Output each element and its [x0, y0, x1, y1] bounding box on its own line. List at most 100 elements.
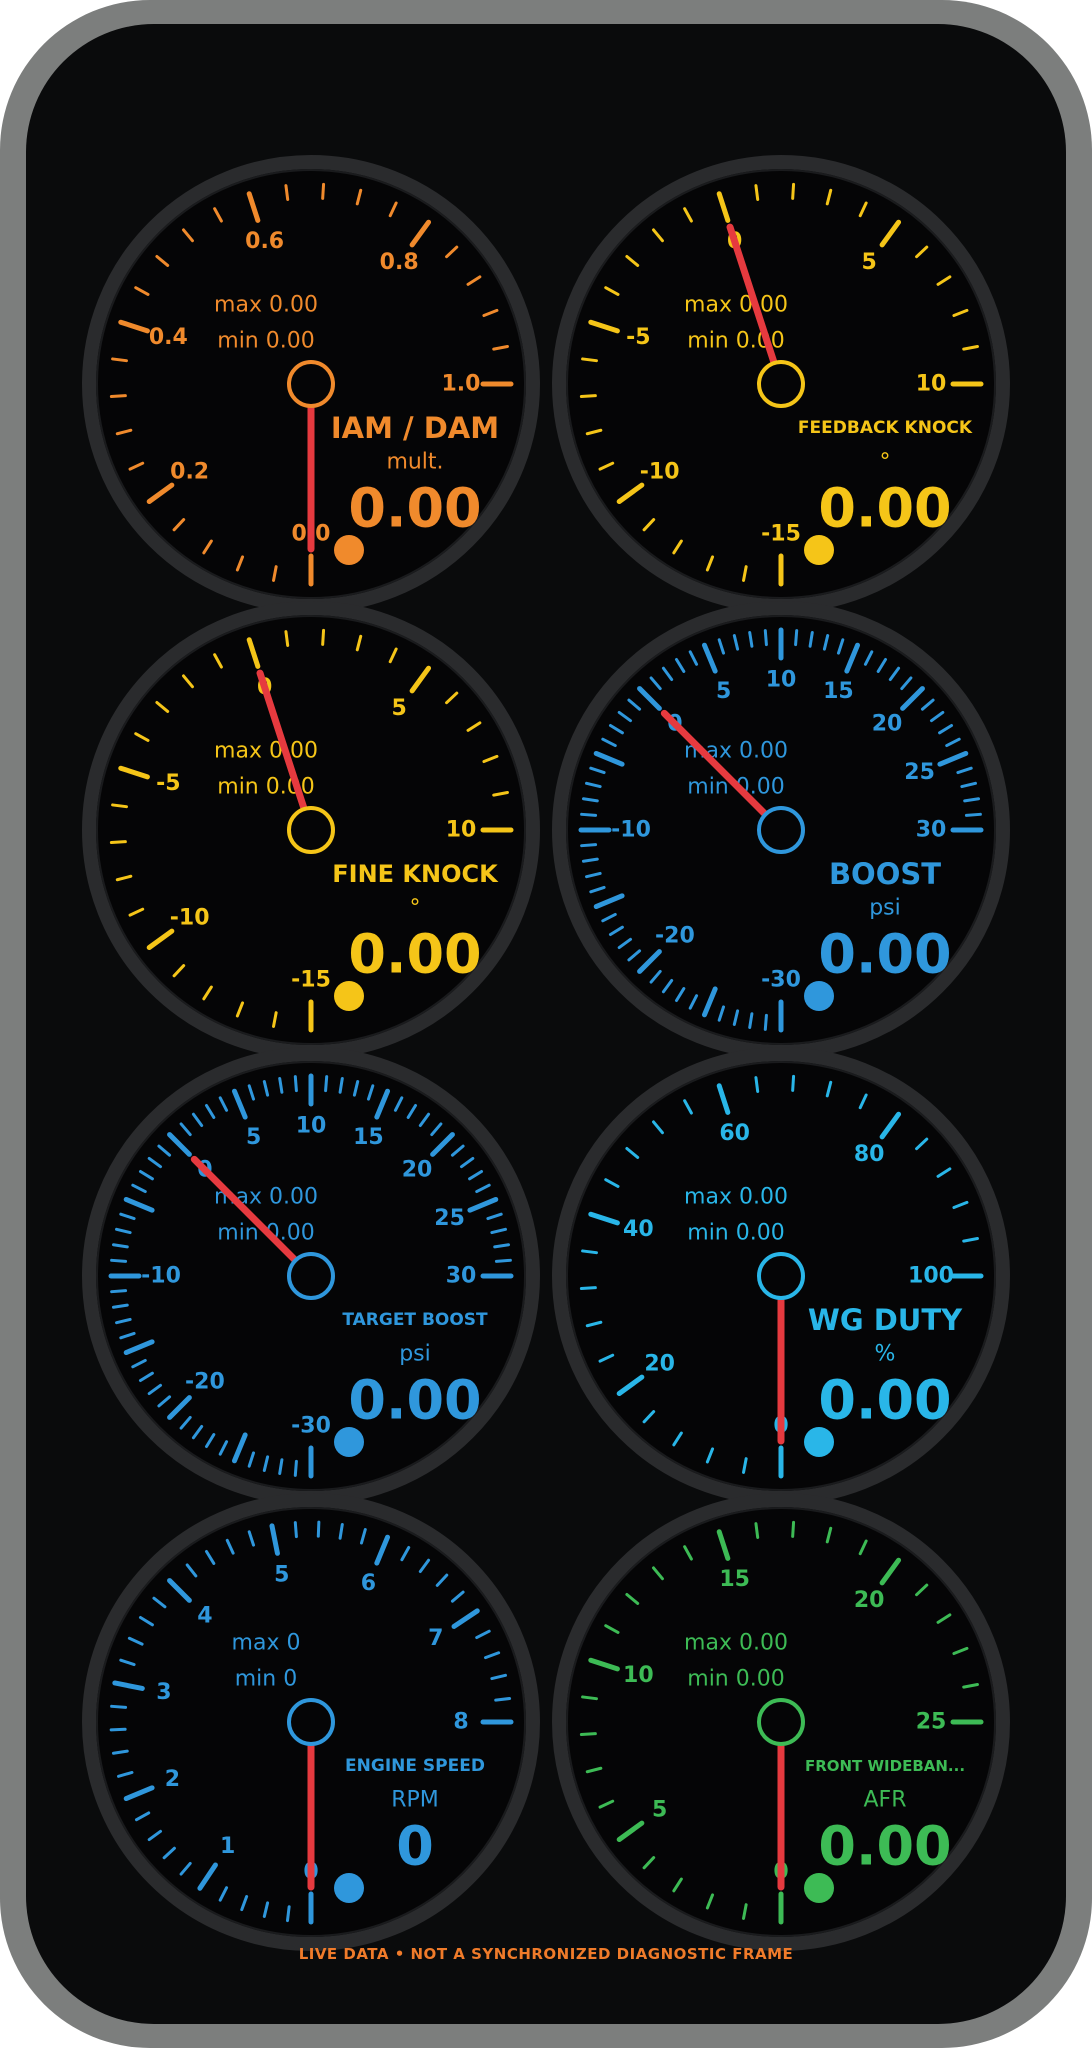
- gauge-fine-knock[interactable]: -15-10-50510max 0.00min 0.00FINE KNOCK°0…: [81, 600, 541, 1060]
- needle-hub: [757, 1698, 805, 1746]
- tick-label: 25: [434, 1206, 465, 1231]
- gauge-unit: mult.: [386, 450, 443, 475]
- status-dot: [334, 1873, 364, 1903]
- gauge-wg-duty[interactable]: 020406080100max 0.00min 0.00WG DUTY%0.00: [551, 1046, 1011, 1506]
- minor-tick: [791, 1520, 796, 1538]
- minor-tick: [791, 182, 796, 200]
- tick-label: 6: [361, 1571, 376, 1596]
- min-readout: min 0: [235, 1667, 297, 1692]
- gauge-dial-engine-speed: 012345678max 0min 0ENGINE SPEEDRPM0: [82, 1493, 540, 1951]
- minor-tick: [109, 1727, 127, 1732]
- minor-tick: [763, 1013, 768, 1031]
- minor-tick: [581, 1695, 598, 1701]
- tick-label: 60: [719, 1121, 750, 1146]
- minor-tick: [321, 628, 326, 646]
- minor-tick: [579, 1286, 597, 1291]
- minor-tick: [293, 1521, 298, 1539]
- tick-label: 10: [916, 372, 947, 397]
- tick-label: -5: [626, 325, 650, 350]
- tick-label: -30: [761, 968, 801, 993]
- min-readout: min 0.00: [687, 1667, 784, 1692]
- gauge-value: 0.00: [348, 923, 481, 986]
- tick-label: -10: [640, 460, 680, 485]
- max-readout: max 0.00: [214, 739, 318, 764]
- tick-label: 30: [916, 818, 947, 843]
- tick-label: -15: [291, 968, 331, 993]
- dashboard-screen: 0.00.20.40.60.81.0max 0.00min 0.00IAM / …: [26, 24, 1066, 2024]
- tick-label: 8: [453, 1710, 468, 1735]
- gauge-boost[interactable]: -30-20-10051015202530max 0.00min 0.00BOO…: [551, 600, 1011, 1060]
- tick-label: 5: [716, 679, 731, 704]
- max-readout: max 0.00: [684, 293, 788, 318]
- needle-hub: [757, 1252, 805, 1300]
- tick-label: 1: [220, 1834, 235, 1859]
- tick-label: 100: [908, 1264, 954, 1289]
- max-readout: max 0: [232, 1631, 301, 1656]
- needle-hub: [287, 806, 335, 854]
- status-dot: [334, 1427, 364, 1457]
- gauge-engine-speed[interactable]: 012345678max 0min 0ENGINE SPEEDRPM0: [81, 1492, 541, 1952]
- minor-tick: [110, 1289, 128, 1294]
- gauge-value: 0.00: [348, 1369, 481, 1432]
- gauge-unit: °: [880, 450, 891, 475]
- status-dot: [334, 535, 364, 565]
- gauge-unit: psi: [869, 896, 901, 921]
- tick-label: -15: [761, 522, 801, 547]
- tick-label: 7: [428, 1626, 443, 1651]
- min-readout: min 0.00: [687, 1221, 784, 1246]
- gauge-value: 0.00: [818, 1369, 951, 1432]
- minor-tick: [110, 1258, 128, 1263]
- tick-label: 0.2: [170, 460, 209, 485]
- minor-tick: [494, 1696, 512, 1702]
- minor-tick: [754, 1522, 760, 1539]
- minor-tick: [111, 357, 128, 363]
- tick-label: 15: [823, 679, 854, 704]
- minor-tick: [794, 629, 799, 647]
- minor-tick: [324, 1075, 329, 1093]
- tick-label: 10: [766, 668, 797, 693]
- needle-hub: [287, 1252, 335, 1300]
- gauge-title: FRONT WIDEBAN...: [805, 1757, 965, 1775]
- tick-label: 80: [854, 1142, 885, 1167]
- gauge-target-boost[interactable]: -30-20-10051015202530max 0.00min 0.00TAR…: [81, 1046, 541, 1506]
- needle-hub: [287, 1698, 335, 1746]
- tick-label: 0.4: [149, 325, 188, 350]
- status-dot: [804, 1873, 834, 1903]
- max-readout: max 0.00: [684, 1185, 788, 1210]
- needle-hub: [757, 806, 805, 854]
- minor-tick: [754, 184, 760, 201]
- gauge-unit: AFR: [864, 1788, 907, 1813]
- tick-label: 2: [165, 1767, 180, 1792]
- minor-tick: [284, 630, 290, 647]
- gauge-value: 0.00: [818, 923, 951, 986]
- tick-label: 5: [392, 696, 407, 721]
- minor-tick: [579, 1732, 597, 1737]
- tick-label: 40: [623, 1217, 654, 1242]
- needle-hub: [757, 360, 805, 408]
- status-dot: [334, 981, 364, 1011]
- footer-disclaimer: LIVE DATA • NOT A SYNCHRONIZED DIAGNOSTI…: [298, 1945, 794, 1963]
- tick-label: 20: [402, 1157, 433, 1182]
- gauge-iam-dam[interactable]: 0.00.20.40.60.81.0max 0.00min 0.00IAM / …: [81, 154, 541, 614]
- minor-tick: [581, 357, 598, 363]
- tick-label: 25: [904, 760, 935, 785]
- minor-tick: [111, 803, 128, 809]
- minor-tick: [964, 812, 982, 817]
- status-dot: [804, 1427, 834, 1457]
- minor-tick: [494, 1258, 512, 1263]
- gauge-front-wideband[interactable]: 0510152025max 0.00min 0.00FRONT WIDEBAN.…: [551, 1492, 1011, 1952]
- tick-label: 1.0: [442, 372, 481, 397]
- gauge-unit: RPM: [391, 1788, 439, 1813]
- gauge-value: 0: [396, 1815, 434, 1878]
- gauge-value: 0.00: [818, 477, 951, 540]
- tick-label: 20: [644, 1352, 675, 1377]
- tick-label: 0.8: [380, 250, 419, 275]
- tick-label: 10: [296, 1114, 327, 1139]
- status-dot: [804, 981, 834, 1011]
- tick-label: 20: [854, 1588, 885, 1613]
- tick-label: -5: [156, 771, 180, 796]
- minor-tick: [791, 1074, 796, 1092]
- minor-tick: [284, 184, 290, 201]
- gauge-feedback-knock[interactable]: -15-10-50510max 0.00min 0.00FEEDBACK KNO…: [551, 154, 1011, 614]
- gauge-unit: %: [875, 1342, 896, 1367]
